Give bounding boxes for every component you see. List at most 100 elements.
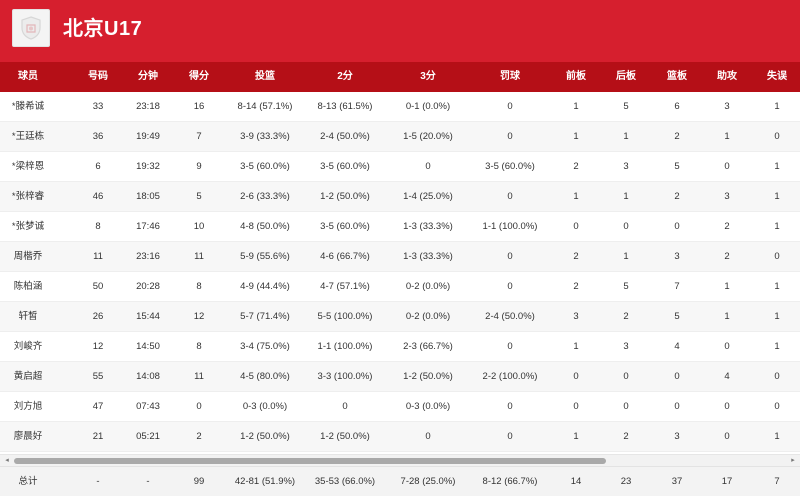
cell-ast: 1: [724, 281, 730, 292]
cell-tov: 1: [774, 341, 780, 352]
cell-two-pt: 4-6 (66.7%): [320, 251, 370, 262]
cell-def-reb: 3: [623, 161, 629, 172]
horizontal-scrollbar[interactable]: ◂ ▸: [0, 454, 800, 466]
cell-player: 廖晨好: [13, 431, 43, 442]
cell-three-pt: 2-3 (66.7%): [403, 341, 453, 352]
cell-ast: 2: [724, 251, 730, 262]
cell-ft: 2-2 (100.0%): [482, 371, 538, 382]
cell-fg: 5-7 (71.4%): [240, 311, 290, 322]
cell-def-reb: 3: [623, 341, 629, 352]
total-three-pt: 7-28 (25.0%): [400, 476, 456, 487]
table-row: *张梓睿 46 18:05 5 2-6 (33.3%) 1-2 (50.0%) 1-4 (2…: [0, 182, 800, 212]
table-row: 廖晨好 21 05:21 2 1-2 (50.0%) 1-2 (50.0%) 0 0 1 2 3 0 1: [0, 422, 800, 452]
cell-two-pt: 8-13 (61.5%): [317, 101, 373, 112]
cell-reb: 2: [674, 131, 680, 142]
cell-fg: 5-9 (55.6%): [240, 251, 290, 262]
cell-number: 6: [95, 161, 101, 172]
cell-number: 55: [92, 371, 104, 382]
cell-fg: 4-9 (44.4%): [240, 281, 290, 292]
table-row: *滕希诚 33 23:18 16 8-14 (57.1%) 8-13 (61.5%) 0-1…: [0, 92, 800, 122]
cell-player: 轩皙: [18, 311, 38, 322]
cell-player: 刘方旭: [13, 401, 43, 412]
cell-off-reb: 0: [573, 221, 579, 232]
cell-minutes: 19:32: [136, 161, 160, 172]
total-ft: 8-12 (66.7%): [482, 476, 538, 487]
cell-ast: 0: [724, 161, 730, 172]
cell-off-reb: 2: [573, 251, 579, 262]
cell-player: 黄启超: [13, 371, 43, 382]
total-reb: 37: [671, 476, 683, 487]
cell-fg: 3-9 (33.3%): [240, 131, 290, 142]
cell-ast: 0: [724, 431, 730, 442]
cell-off-reb: 1: [573, 341, 579, 352]
team-name: 北京U17: [63, 18, 143, 40]
column-header-minutes: 分钟: [138, 71, 158, 82]
cell-def-reb: 2: [623, 311, 629, 322]
stats-table-header: 球员 号码 分钟 得分 投篮 2分 3分 罚球 前板 后板 篮板 助攻 失误: [0, 62, 800, 92]
cell-number: 50: [92, 281, 104, 292]
cell-points: 11: [194, 371, 204, 382]
cell-off-reb: 1: [573, 431, 579, 442]
cell-fg: 3-4 (75.0%): [240, 341, 290, 352]
cell-off-reb: 0: [573, 371, 579, 382]
cell-reb: 6: [674, 101, 680, 112]
cell-reb: 3: [674, 251, 680, 262]
cell-ast: 2: [724, 221, 730, 232]
team-logo-icon: [12, 9, 50, 47]
column-header-off-reb: 前板: [566, 71, 586, 82]
cell-tov: 1: [774, 101, 780, 112]
table-row: *梁梓恩 6 19:32 9 3-5 (60.0%) 3-5 (60.0%) 0 3-5 (6…: [0, 152, 800, 182]
column-header-player: 球员: [18, 71, 38, 82]
cell-ast: 3: [724, 191, 730, 202]
cell-ft: 1-1 (100.0%): [482, 221, 538, 232]
cell-points: 5: [196, 191, 202, 202]
cell-minutes: 15:44: [136, 311, 160, 322]
cell-ft: 0: [507, 341, 513, 352]
cell-def-reb: 1: [623, 131, 629, 142]
cell-two-pt: 0: [342, 401, 348, 412]
cell-number: 8: [95, 221, 101, 232]
scrollbar-thumb[interactable]: [14, 458, 606, 464]
cell-two-pt: 2-4 (50.0%): [320, 131, 370, 142]
cell-player: *王廷栋: [11, 131, 45, 142]
cell-three-pt: 0-2 (0.0%): [405, 281, 451, 292]
cell-minutes: 14:08: [136, 371, 160, 382]
cell-two-pt: 1-2 (50.0%): [320, 431, 370, 442]
totals-row: 总计 - - 99 42-81 (51.9%) 35-53 (66.0%) 7-28 (25…: [0, 466, 800, 496]
cell-tov: 1: [774, 281, 780, 292]
cell-three-pt: 0-1 (0.0%): [405, 101, 451, 112]
cell-def-reb: 5: [623, 101, 629, 112]
cell-minutes: 20:28: [136, 281, 160, 292]
player-stats-table-body: *滕希诚 33 23:18 16 8-14 (57.1%) 8-13 (61.5%) 0-1…: [0, 92, 800, 452]
cell-fg: 4-8 (50.0%): [240, 221, 290, 232]
cell-fg: 8-14 (57.1%): [237, 101, 293, 112]
cell-reb: 3: [674, 431, 680, 442]
table-row: 陈柏涵 50 20:28 8 4-9 (44.4%) 4-7 (57.1%) 0-2 (0.…: [0, 272, 800, 302]
cell-ft: 2-4 (50.0%): [485, 311, 535, 322]
cell-points: 10: [193, 221, 205, 232]
team-header: 北京U17: [0, 0, 800, 62]
cell-fg: 3-5 (60.0%): [240, 161, 290, 172]
cell-reb: 0: [674, 371, 680, 382]
cell-number: 33: [92, 101, 104, 112]
cell-ft: 0: [507, 251, 513, 262]
cell-ft: 0: [507, 281, 513, 292]
cell-player: 陈柏涵: [13, 281, 43, 292]
cell-two-pt: 4-7 (57.1%): [320, 281, 370, 292]
cell-off-reb: 1: [573, 101, 579, 112]
cell-number: 11: [93, 251, 103, 262]
cell-three-pt: 0-2 (0.0%): [405, 311, 451, 322]
cell-three-pt: 1-4 (25.0%): [403, 191, 453, 202]
cell-minutes: 19:49: [136, 131, 160, 142]
total-tov: 7: [774, 476, 780, 487]
cell-number: 47: [92, 401, 104, 412]
cell-reb: 0: [674, 401, 680, 412]
cell-def-reb: 2: [623, 431, 629, 442]
cell-three-pt: 1-5 (20.0%): [403, 131, 453, 142]
column-header-def-reb: 后板: [616, 71, 636, 82]
cell-off-reb: 1: [573, 131, 579, 142]
cell-three-pt: 1-3 (33.3%): [403, 221, 453, 232]
cell-tov: 1: [774, 221, 780, 232]
cell-tov: 1: [774, 311, 780, 322]
cell-three-pt: 0: [425, 431, 431, 442]
